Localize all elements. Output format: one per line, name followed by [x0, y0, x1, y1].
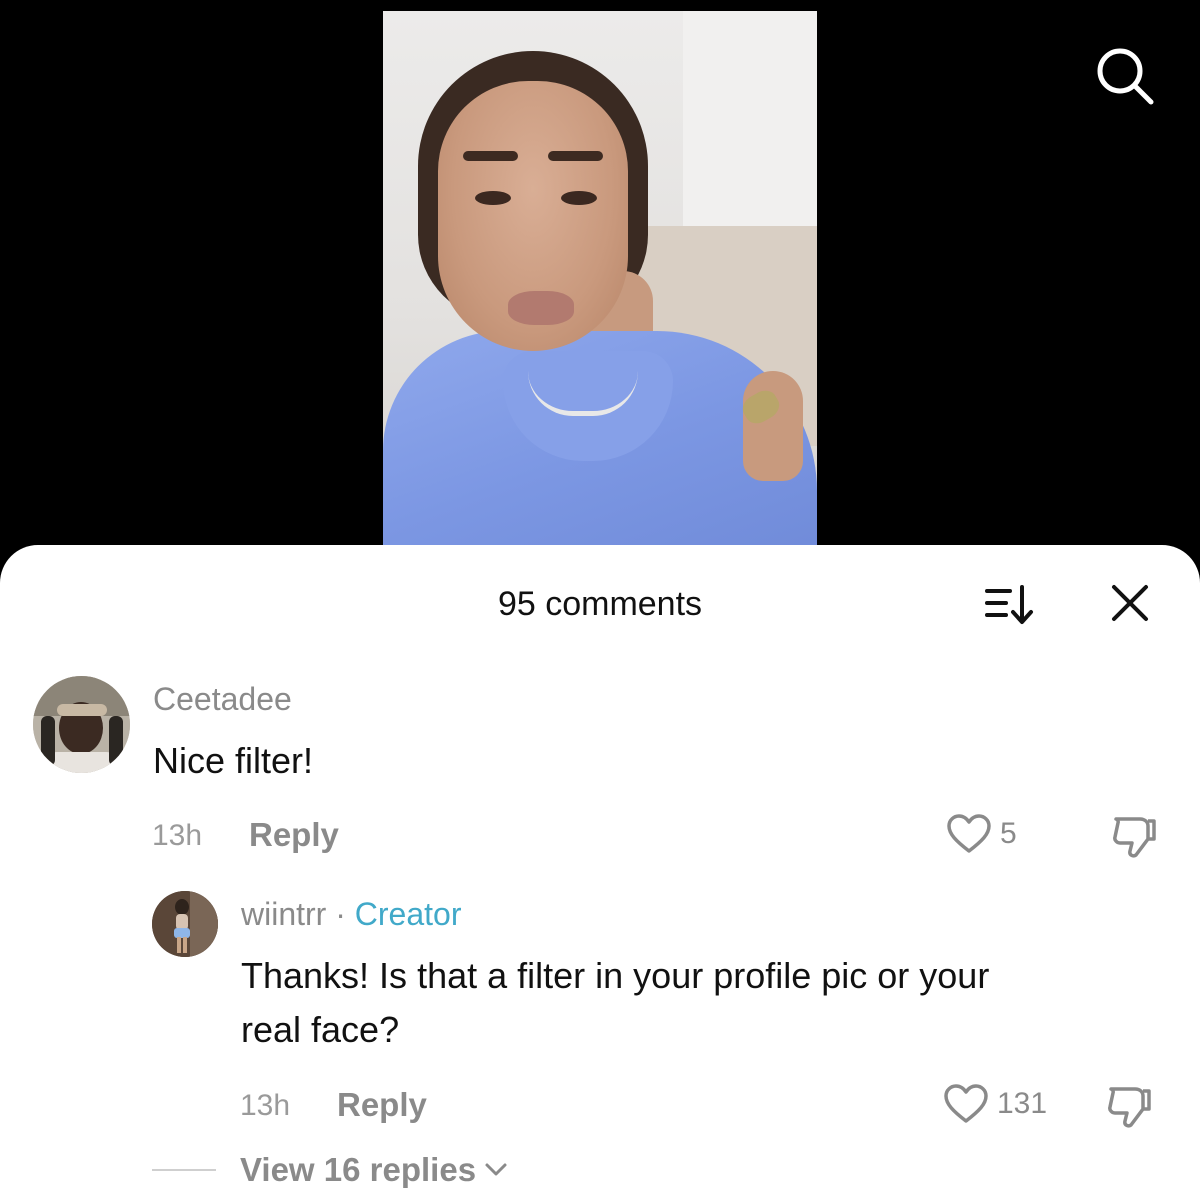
comments-sheet: 95 comments Ceetadee Nice filter! 13h Re… — [0, 545, 1200, 1200]
like-count: 131 — [997, 1087, 1048, 1120]
reply-button[interactable]: Reply — [249, 816, 339, 854]
sort-icon — [985, 585, 1033, 624]
separator-dot: · — [335, 896, 346, 932]
video-bg-wall — [683, 11, 817, 261]
close-button[interactable] — [1108, 581, 1152, 625]
thumbs-down-icon — [1113, 817, 1156, 858]
creator-badge: Creator — [354, 896, 462, 932]
dislike-button[interactable] — [1110, 815, 1158, 864]
comment-text: Nice filter! — [153, 740, 314, 781]
heart-icon — [947, 814, 991, 853]
close-icon — [1112, 585, 1148, 621]
avatar[interactable] — [152, 891, 218, 957]
comment-text: Thanks! Is that a filter in your profile… — [241, 955, 990, 996]
user-avatar-image — [33, 676, 130, 773]
view-replies-label: View 16 replies — [240, 1151, 477, 1188]
video-lips — [508, 291, 574, 325]
thumbs-down-icon — [1108, 1087, 1151, 1128]
creator-avatar-image — [152, 891, 218, 957]
heart-icon — [944, 1084, 988, 1123]
video-eye-right — [561, 191, 597, 205]
avatar[interactable] — [33, 676, 130, 773]
sort-button[interactable] — [984, 583, 1034, 627]
like-button[interactable]: 131 — [943, 1083, 1047, 1125]
video-brow-right — [548, 151, 603, 161]
video-thumbnail[interactable] — [383, 11, 817, 560]
like-count: 5 — [1000, 817, 1017, 850]
search-icon — [1097, 48, 1154, 105]
comment-time: 13h — [152, 819, 203, 852]
view-replies-button[interactable]: View 16 replies — [152, 1151, 508, 1189]
reply-button[interactable]: Reply — [337, 1086, 427, 1124]
comment-text-line2: real face? — [241, 1009, 400, 1050]
video-hand — [743, 371, 803, 481]
search-button[interactable] — [1093, 44, 1157, 108]
creator-username-line: wiintrr · Creator — [241, 896, 461, 933]
like-button[interactable]: 5 — [946, 813, 1017, 855]
comment-time: 13h — [240, 1089, 291, 1122]
video-brow-left — [463, 151, 518, 161]
comment-username[interactable]: Ceetadee — [153, 681, 292, 718]
video-eye-left — [475, 191, 511, 205]
chevron-down-icon — [485, 1163, 507, 1176]
comment-username[interactable]: wiintrr — [241, 896, 326, 932]
divider-line — [152, 1169, 216, 1171]
dislike-button[interactable] — [1105, 1085, 1153, 1134]
video-area[interactable] — [0, 0, 1200, 560]
